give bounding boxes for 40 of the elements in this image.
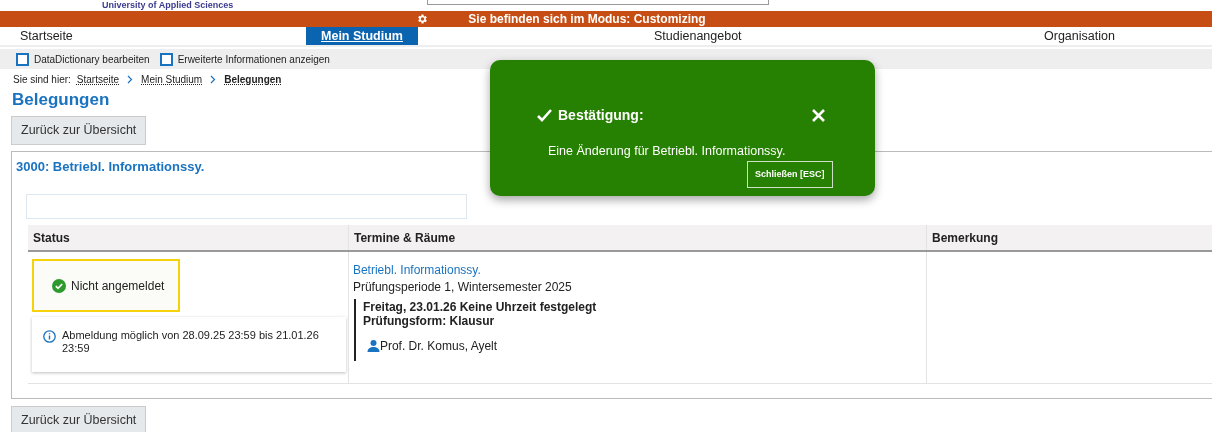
status-text: Nicht angemeldet bbox=[71, 277, 165, 295]
nav-tab[interactable]: Studienangebot bbox=[418, 27, 910, 45]
nav-tab[interactable]: Startseite bbox=[0, 27, 306, 45]
examiner-name: Prof. Dr. Komus, Ayelt bbox=[379, 338, 498, 355]
exam-period: Prüfungsperiode 1, Wintersemester 2025 bbox=[352, 279, 573, 296]
checkbox-label[interactable]: Erweiterte Informationen anzeigen bbox=[177, 51, 330, 67]
back-button[interactable]: Zurück zur Übersicht bbox=[11, 406, 147, 432]
toast-message: Eine Änderung für Betriebl. Informationssy. bbox=[548, 143, 786, 160]
mode-text: Sie befinden sich im Modus: Customizing bbox=[468, 11, 706, 28]
column-header: Status bbox=[32, 230, 71, 247]
module-title: 3000: Betriebl. Informationssy. bbox=[16, 158, 205, 176]
checkbox[interactable] bbox=[159, 52, 173, 66]
exam-form: Prüfungsform: Klausur bbox=[362, 314, 496, 328]
breadcrumb-link[interactable]: Mein Studium bbox=[141, 71, 203, 87]
column-header: Termine & Räume bbox=[347, 225, 926, 250]
breadcrumb-link[interactable]: Startseite bbox=[76, 71, 120, 87]
input-field[interactable] bbox=[26, 194, 467, 219]
check-circle-icon bbox=[52, 278, 66, 293]
person-icon bbox=[366, 340, 380, 352]
column-header: Bemerkung bbox=[926, 225, 1212, 250]
chevron-icon bbox=[127, 74, 134, 84]
info-text: Abmeldung möglich von 28.09.25 23:59 bis 21.01.26 23:59 bbox=[62, 329, 320, 355]
page-title: Belegungen bbox=[11, 89, 111, 111]
checkbox[interactable] bbox=[16, 52, 29, 66]
checkbox-label[interactable]: DataDictionary bearbeiten bbox=[34, 51, 150, 67]
close-icon[interactable] bbox=[812, 109, 825, 122]
logo-subtitle: University of Applied Sciences bbox=[102, 0, 234, 10]
nav-tab[interactable]: Organisation bbox=[910, 27, 1210, 45]
exam-link[interactable]: Betriebl. Informationssy. bbox=[352, 262, 926, 278]
info-icon bbox=[43, 330, 56, 343]
chevron-icon bbox=[210, 74, 217, 84]
breadcrumb-prefix: Sie sind hier: bbox=[13, 72, 71, 87]
close-button[interactable]: Schließen [ESC] bbox=[747, 161, 833, 188]
breadcrumb-link[interactable]: Belegungen bbox=[224, 71, 282, 87]
nav-tab[interactable]: Mein Studium bbox=[306, 27, 418, 45]
toast-title: Bestätigung: bbox=[558, 106, 644, 125]
checkmark-icon bbox=[537, 109, 552, 122]
exam-date: Freitag, 23.01.26 Keine Uhrzeit festgelegt bbox=[362, 300, 598, 314]
back-button[interactable]: Zurück zur Übersicht bbox=[11, 116, 147, 145]
gear-icon bbox=[416, 13, 429, 25]
